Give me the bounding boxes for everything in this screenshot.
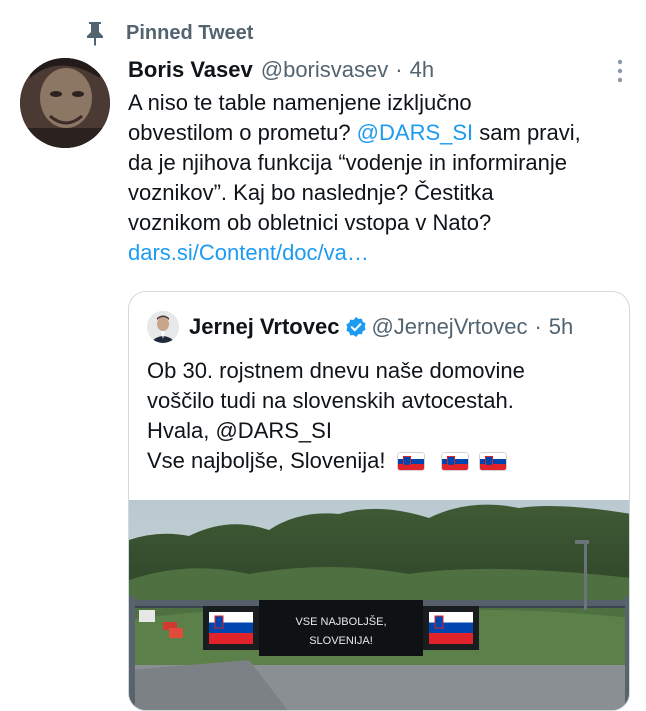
quote-text: Ob 30. rojstnem dnevu naše domovine vošč… [147, 356, 617, 476]
separator-dot: · [534, 314, 542, 339]
slovenia-flag-emoji [479, 453, 506, 470]
quote-author-handle[interactable]: @JernejVrtovec [371, 314, 527, 340]
author-name[interactable]: Boris Vasev [128, 57, 253, 83]
more-icon[interactable] [610, 58, 630, 84]
tweet-text-line: A niso te table namenjene izključno [128, 90, 472, 115]
quote-timestamp[interactable]: 5h [549, 314, 573, 340]
tweet-text: A niso te table namenjene izključno obve… [128, 88, 628, 268]
tweet-text-line: voznikov”. Kaj bo naslednje? Čestitka [128, 180, 494, 205]
pinned-indicator: Pinned Tweet [84, 18, 253, 48]
quoted-tweet[interactable]: Jernej Vrtovec @JernejVrtovec · 5h Ob 30… [128, 291, 630, 711]
separator-dot: · [395, 57, 403, 82]
quote-header: Jernej Vrtovec @JernejVrtovec · 5h [147, 310, 573, 344]
sign-text-line2: SLOVENIJA! [309, 635, 373, 647]
quote-text-line: Ob 30. rojstnem dnevu naše domovine [147, 358, 525, 383]
author-handle[interactable]: @borisvasev [261, 57, 389, 83]
text-fragment: obvestilom o prometu? [128, 120, 357, 145]
tweet-text-line: voznikom ob obletnici vstopa v Nato? [128, 210, 492, 235]
tweet-header: Boris Vasev @borisvasev · 4h [128, 54, 434, 86]
pin-icon [87, 22, 103, 46]
quote-text-line: Hvala, @DARS_SI [147, 418, 332, 443]
quote-author-name[interactable]: Jernej Vrtovec [189, 314, 339, 340]
url-link[interactable]: dars.si/Content/doc/va… [128, 238, 628, 268]
pinned-label: Pinned Tweet [126, 21, 254, 44]
text-fragment: sam pravi, [473, 120, 581, 145]
text-fragment: Vse najboljše, Slovenija! [147, 448, 386, 473]
sign-text-line1: VSE NAJBOLJŠE, [295, 615, 386, 628]
tweet-text-line: obvestilom o prometu? @DARS_SI sam pravi… [128, 118, 628, 148]
quote-text-line: Vse najboljše, Slovenija! [147, 446, 617, 476]
slovenia-flag-emoji [441, 453, 468, 470]
verified-icon [346, 317, 367, 337]
avatar[interactable] [20, 58, 110, 148]
quote-avatar-image [147, 311, 179, 343]
slovenia-flag-emoji [397, 453, 424, 470]
mention-link[interactable]: @DARS_SI [357, 120, 473, 145]
avatar-image [20, 58, 110, 148]
quote-text-line: voščilo tudi na slovenskih avtocestah. [147, 388, 514, 413]
tweet-text-line: da je njihova funkcija “vodenje in infor… [128, 150, 568, 175]
timestamp[interactable]: 4h [410, 57, 434, 83]
quote-avatar[interactable] [147, 311, 179, 343]
attached-photo[interactable]: VSE NAJBOLJŠE, SLOVENIJA! [129, 500, 630, 711]
